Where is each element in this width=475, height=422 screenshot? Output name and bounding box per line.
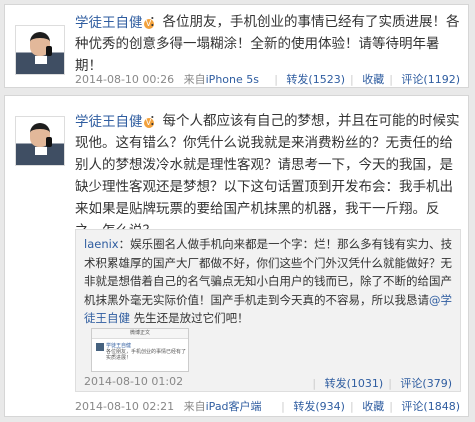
repost-button[interactable]: 转发(1523) bbox=[286, 73, 345, 86]
post-source[interactable]: iPad客户端 bbox=[206, 400, 262, 413]
post-actions: | 转发(1523) | 收藏 | 评论(1192) bbox=[274, 73, 460, 86]
repost-button[interactable]: 转发(934) bbox=[293, 400, 345, 413]
post-time[interactable]: 2014-08-10 00:26 bbox=[75, 73, 174, 86]
repost-button[interactable]: 转发(1031) bbox=[325, 377, 384, 390]
author-avatar[interactable] bbox=[15, 116, 65, 166]
comment-button[interactable]: 评论(379) bbox=[400, 377, 452, 390]
post-source[interactable]: iPhone 5s bbox=[206, 73, 259, 86]
favorite-button[interactable]: 收藏 bbox=[362, 73, 384, 86]
favorite-button[interactable]: 收藏 bbox=[362, 400, 384, 413]
post-meta: 2014-08-10 00:26 来自iPhone 5s bbox=[75, 73, 259, 86]
post-text: ：每个人都应该有自己的梦想，并且在可能的时候实现他。这有错么？你凭什么说我就是来… bbox=[75, 113, 460, 239]
post-time[interactable]: 2014-08-10 02:21 bbox=[75, 400, 174, 413]
quoted-post: laenix：娱乐圈名人做手机向来都是一个字：烂！那么多有钱有实力、技术积累雄厚… bbox=[75, 229, 461, 392]
quoted-user[interactable]: laenix bbox=[84, 237, 119, 251]
comment-button[interactable]: 评论(1192) bbox=[401, 73, 460, 86]
quoted-image-thumbnail[interactable]: 微博正文 学徒王自健 各位朋友，手机创业的事情已经有了实质进展！ bbox=[91, 328, 189, 372]
quoted-time[interactable]: 2014-08-10 01:02 bbox=[84, 375, 183, 388]
post-actions: | 转发(934) | 收藏 | 评论(1848) bbox=[281, 400, 460, 413]
quoted-text: laenix：娱乐圈名人做手机向来都是一个字：烂！那么多有钱有实力、技术积累雄厚… bbox=[84, 237, 453, 325]
weibo-post-1: 学徒王自健 V ：各位朋友，手机创业的事情已经有了实质进展！各种优秀的创意多得一塌… bbox=[4, 4, 469, 88]
quoted-actions: | 转发(1031) | 评论(379) bbox=[312, 377, 452, 390]
comment-button[interactable]: 评论(1848) bbox=[401, 400, 460, 413]
weibo-post-2: 学徒王自健 V ：每个人都应该有自己的梦想，并且在可能的时候实现他。这有错么？你凭… bbox=[4, 95, 469, 417]
post-meta: 2014-08-10 02:21 来自iPad客户端 bbox=[75, 400, 262, 413]
author-avatar[interactable] bbox=[15, 25, 65, 75]
post-text: ：各位朋友，手机创业的事情已经有了实质进展！各种优秀的创意多得一塌糊涂！全新的使… bbox=[75, 14, 460, 74]
